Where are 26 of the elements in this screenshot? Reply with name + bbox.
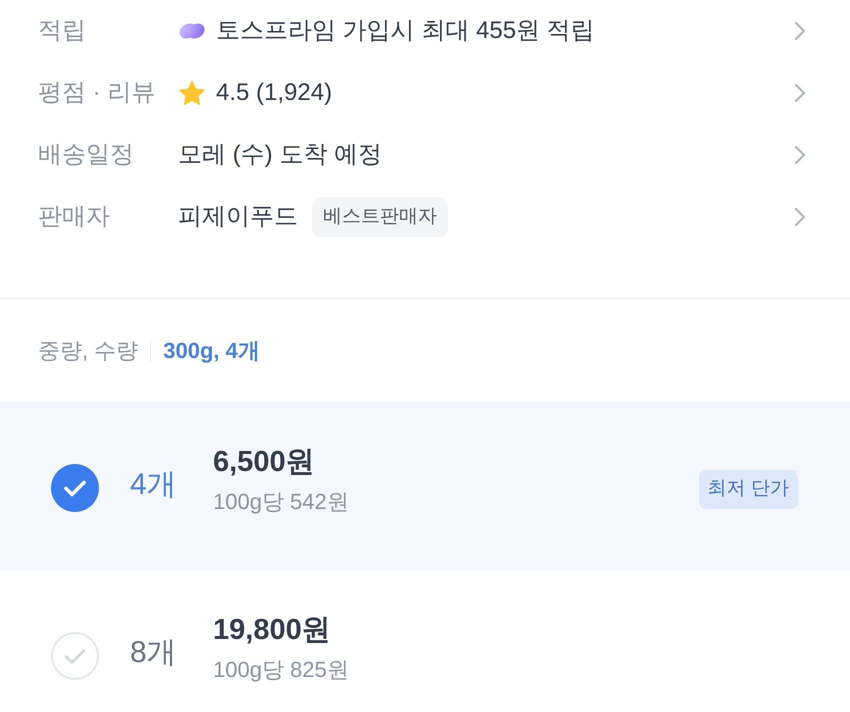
option-value: 300g, 4개 xyxy=(163,337,260,365)
chevron-right-icon[interactable] xyxy=(794,83,806,103)
checked-circle-icon[interactable] xyxy=(51,464,99,512)
row-value: 토스프라임 가입시 최대 455원 적립 xyxy=(216,16,595,46)
unit-price: 100g당 825원 xyxy=(213,656,350,684)
star-icon xyxy=(178,80,206,106)
chevron-right-icon[interactable] xyxy=(794,21,806,41)
option-price: 19,800원 xyxy=(213,613,332,648)
row-value: 4.5 (1,924) xyxy=(216,78,332,108)
option-label: 중량, 수량 xyxy=(38,337,138,365)
row-label: 판매자 xyxy=(38,202,111,232)
unchecked-circle-icon[interactable] xyxy=(51,632,99,680)
row-label: 평점 · 리뷰 xyxy=(38,78,156,108)
option-quantity: 4개 xyxy=(130,467,178,503)
row-label: 배송일정 xyxy=(38,140,135,170)
row-value: 모레 (수) 도착 예정 xyxy=(178,140,382,170)
unit-price: 100g당 542원 xyxy=(213,488,350,516)
option-quantity: 8개 xyxy=(130,635,178,671)
row-value: 피제이푸드 xyxy=(178,202,298,232)
lowest-price-badge: 최저 단가 xyxy=(698,470,798,508)
option-price: 6,500원 xyxy=(213,445,316,480)
chevron-right-icon[interactable] xyxy=(794,145,806,165)
row-label: 적립 xyxy=(38,16,87,46)
seller-badge: 베스트판매자 xyxy=(312,196,448,238)
chevron-right-icon[interactable] xyxy=(794,207,806,227)
selected-option-background[interactable]: 4개 6,500원 100g당 542원 최저 단가 xyxy=(0,402,850,570)
